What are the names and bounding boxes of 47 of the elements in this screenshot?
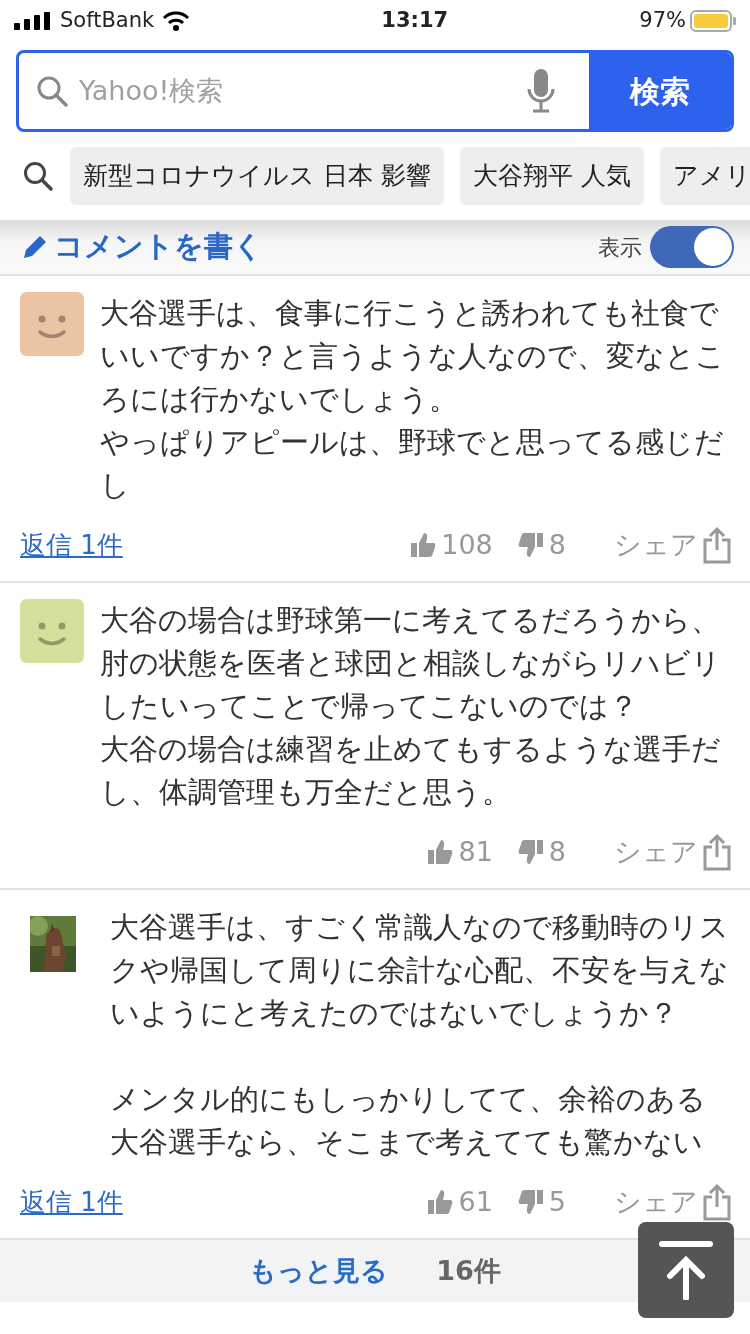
signal-icon (14, 12, 52, 30)
search-button[interactable]: 検索 (589, 53, 731, 129)
comment-text: やっぱりアピールは、野球でと思ってる感じだし (100, 425, 725, 504)
comment-text: 大谷選手は、すごく常識人なので移動時のリスクや帰国して周りに余計な心配、不安を与えないようにと考えたのではないでしょうか？ (110, 910, 730, 1032)
battery-percent: 97% (639, 7, 686, 35)
dislike-button[interactable]: 8 (516, 524, 566, 566)
share-button[interactable]: シェア (614, 831, 732, 873)
reply-link[interactable]: 返信 1件 (20, 525, 123, 565)
wifi-icon (162, 11, 191, 31)
share-icon (702, 833, 732, 871)
scroll-to-top-button[interactable] (638, 1222, 734, 1318)
dislike-button[interactable]: 8 (516, 831, 566, 873)
write-comment-link[interactable]: コメントを書く (20, 225, 263, 269)
share-button[interactable]: シェア (614, 524, 732, 566)
like-button[interactable]: 61 (426, 1181, 493, 1223)
comment-count: 16件 (436, 1253, 501, 1288)
display-toggle[interactable] (650, 226, 734, 268)
thumbs-down-icon (516, 838, 545, 866)
comment-text: 大谷の場合は練習を止めてもするような選手だし、体調管理も万全だと思う。 (100, 732, 722, 811)
suggestion-chip[interactable]: 大谷翔平 人気 (459, 147, 644, 205)
clock: 13:17 (380, 7, 450, 35)
microphone-icon (525, 69, 557, 113)
like-button[interactable]: 81 (426, 831, 493, 873)
arrow-up-icon (658, 1240, 714, 1300)
carrier-name: SoftBank (60, 7, 155, 35)
thumbs-up-icon (426, 838, 455, 866)
share-button[interactable]: シェア (614, 1181, 732, 1223)
comment-text: 大谷選手は、食事に行こうと誘われても社食でいいですか？と言うような人なので、変なところには行かないでしょう。 (100, 296, 726, 418)
dislike-button[interactable]: 5 (516, 1181, 566, 1223)
comment-text: 大谷の場合は野球第一に考えてるだろうから、肘の状態を医者と球団と相談しながらリハビリしたいってことで帰ってこないのでは？ (100, 603, 722, 725)
share-icon (702, 1183, 732, 1221)
suggestion-chip[interactable]: アメリ (659, 147, 750, 205)
thumbs-down-icon (516, 1188, 545, 1216)
comment-text: メンタル的にもしっかりしてて、余裕のある大谷選手なら、そこまで考えてても驚かない (110, 1082, 707, 1161)
thumbs-up-icon (409, 531, 438, 559)
thumbs-up-icon (426, 1188, 455, 1216)
reply-link[interactable]: 返信 1件 (20, 1182, 123, 1222)
search-box[interactable]: Yahoo!検索 検索 (16, 50, 734, 132)
search-icon (35, 74, 69, 108)
battery-icon (690, 10, 736, 32)
toggle-label: 表示 (598, 233, 642, 262)
thumbs-down-icon (516, 531, 545, 559)
share-icon (702, 526, 732, 564)
suggestion-chip[interactable]: 新型コロナウイルス 日本 影響 (70, 147, 444, 205)
search-icon (22, 160, 54, 192)
like-button[interactable]: 108 (409, 524, 493, 566)
more-link[interactable]: もっと見る (249, 1250, 389, 1292)
